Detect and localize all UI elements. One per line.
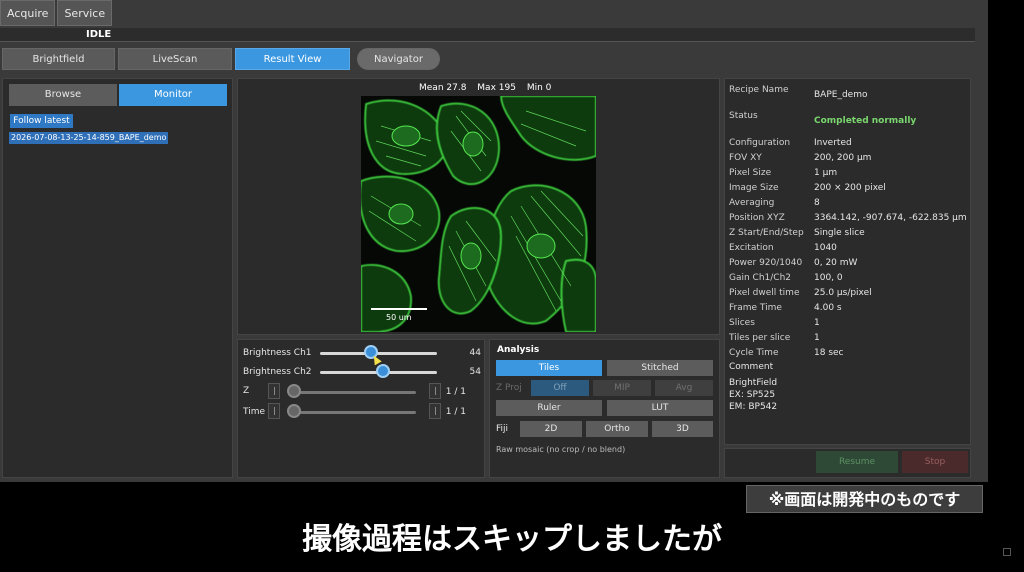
min-value: Min 0 (526, 83, 552, 93)
brightfield-button[interactable]: Brightfield (2, 48, 115, 70)
list-item[interactable]: 2026-07-08-13-25-14-859_BAPE_demo (9, 132, 169, 144)
z-value: 1 / 1 (445, 387, 466, 397)
brightness-ch1-value: 44 (469, 348, 481, 358)
top-tabs: Acquire Service (0, 0, 113, 26)
info-value: 200 × 200 pixel (814, 183, 886, 193)
max-value: Max 195 (477, 83, 516, 93)
scale-bar-label: 50 um (386, 313, 412, 322)
brightness-ch1-slider[interactable] (320, 352, 437, 355)
info-value: 1040 (814, 243, 837, 253)
tab-service[interactable]: Service (57, 0, 113, 26)
state-bar: IDLE (0, 28, 975, 42)
z-step-up-button[interactable] (429, 383, 441, 399)
recipe-name-key: Recipe Name (729, 85, 789, 95)
fluorescence-cells-image (361, 96, 596, 332)
monitor-button[interactable]: Monitor (119, 84, 227, 106)
info-key: Tiles per slice (729, 333, 791, 343)
development-notice: ※画面は開発中のものです (746, 485, 983, 513)
raw-mosaic-note: Raw mosaic (no crop / no blend) (496, 445, 626, 454)
time-slider[interactable] (290, 411, 416, 414)
scale-bar (371, 308, 427, 310)
info-value: 8 (814, 198, 820, 208)
info-key: Cycle Time (729, 348, 779, 358)
result-view-button[interactable]: Result View (235, 48, 350, 70)
fiji-ortho-button[interactable]: Ortho (586, 421, 648, 437)
info-key: Z Start/End/Step (729, 228, 804, 238)
mean-value: Mean 27.8 (419, 83, 467, 93)
info-key: Pixel dwell time (729, 288, 800, 298)
corner-icon (1003, 548, 1011, 556)
time-label: Time (243, 407, 266, 417)
stop-button[interactable]: Stop (902, 451, 968, 473)
lut-button[interactable]: LUT (607, 400, 713, 416)
info-key: Gain Ch1/Ch2 (729, 273, 792, 283)
time-step-up-button[interactable] (429, 403, 441, 419)
video-subtitle: 撮像過程はスキップしましたが (302, 522, 722, 557)
z-label: Z (243, 386, 250, 396)
z-step-down-button[interactable] (268, 383, 280, 399)
info-value: 0, 20 mW (814, 258, 858, 268)
info-value: 1 μm (814, 168, 838, 178)
info-key: Pixel Size (729, 168, 772, 178)
browse-button[interactable]: Browse (9, 84, 117, 106)
navigator-button[interactable]: Navigator (357, 48, 440, 70)
recipe-name-value: BAPE_demo (814, 90, 868, 100)
tiles-button[interactable]: Tiles (496, 360, 602, 376)
info-key: Power 920/1040 (729, 258, 803, 268)
info-value: Inverted (814, 138, 852, 148)
info-key: Excitation (729, 243, 774, 253)
comment-line: EM: BP542 (729, 402, 778, 412)
comment-label: Comment (729, 362, 774, 372)
info-key: Position XYZ (729, 213, 785, 223)
info-value: 3364.142, -907.674, -622.835 μm (814, 213, 967, 223)
zproj-avg-button[interactable]: Avg (655, 380, 713, 396)
comment-line: BrightField (729, 378, 778, 388)
info-key: Configuration (729, 138, 791, 148)
info-value: 100, 0 (814, 273, 843, 283)
zproj-off-button[interactable]: Off (531, 380, 589, 396)
fiji-label: Fiji (496, 424, 509, 434)
info-value: 1 (814, 318, 820, 328)
brightness-ch2-label: Brightness Ch2 (243, 367, 312, 377)
info-key: Averaging (729, 198, 775, 208)
image-stats: Mean 27.8 Max 195 Min 0 (419, 83, 551, 93)
time-value: 1 / 1 (445, 407, 466, 417)
info-value: 18 sec (814, 348, 844, 358)
tab-acquire[interactable]: Acquire (0, 0, 56, 26)
time-slider-knob[interactable] (287, 404, 301, 418)
microscopy-image[interactable]: 50 um (361, 96, 596, 332)
info-key: FOV XY (729, 153, 762, 163)
comment-line: EX: SP525 (729, 390, 776, 400)
info-key: Slices (729, 318, 755, 328)
info-value: 25.0 μs/pixel (814, 288, 872, 298)
resume-button[interactable]: Resume (816, 451, 898, 473)
brightness-ch2-value: 54 (469, 367, 481, 377)
brightness-ch1-label: Brightness Ch1 (243, 348, 312, 358)
analysis-title: Analysis (497, 345, 540, 355)
fiji-2d-button[interactable]: 2D (520, 421, 582, 437)
info-key: Image Size (729, 183, 779, 193)
stitched-button[interactable]: Stitched (607, 360, 713, 376)
ruler-button[interactable]: Ruler (496, 400, 602, 416)
time-step-down-button[interactable] (268, 403, 280, 419)
app-window: Acquire Service IDLE Brightfield LiveSca… (0, 0, 988, 482)
fiji-3d-button[interactable]: 3D (652, 421, 713, 437)
info-value: 1 (814, 333, 820, 343)
status-key: Status (729, 111, 758, 121)
state-label: IDLE (86, 29, 112, 40)
info-value: Single slice (814, 228, 865, 238)
follow-latest-button[interactable]: Follow latest (10, 114, 73, 128)
status-badge: Completed normally (814, 116, 917, 126)
info-key: Frame Time (729, 303, 782, 313)
info-value: 4.00 s (814, 303, 842, 313)
zproj-mip-button[interactable]: MIP (593, 380, 651, 396)
z-proj-label: Z Proj (496, 383, 522, 393)
livescan-button[interactable]: LiveScan (118, 48, 232, 70)
z-slider[interactable] (290, 391, 416, 394)
info-value: 200, 200 μm (814, 153, 872, 163)
z-slider-knob[interactable] (287, 384, 301, 398)
